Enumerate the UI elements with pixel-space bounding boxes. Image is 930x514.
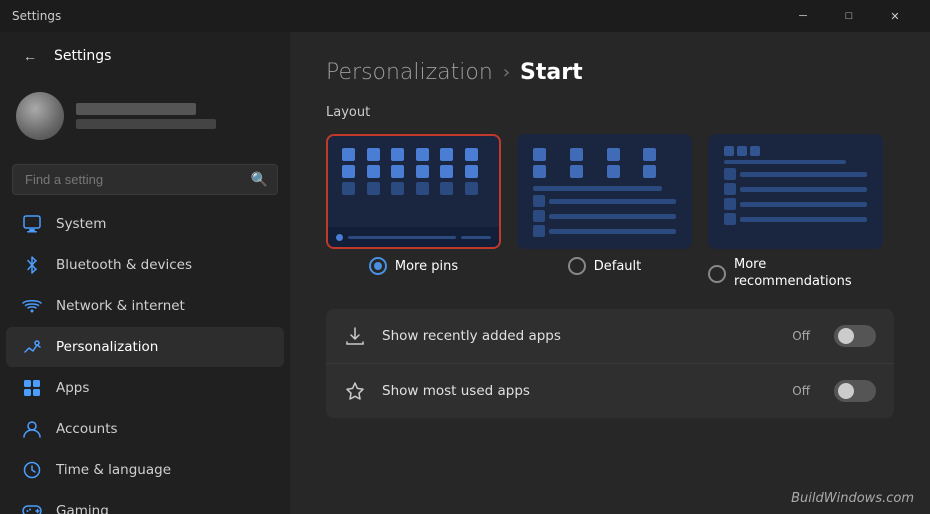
user-profile[interactable] [0, 80, 290, 152]
radio-label-default: Default [594, 259, 642, 274]
star-icon [344, 380, 366, 402]
sidebar-item-label: System [56, 216, 106, 232]
recently-added-label: Show recently added apps [382, 328, 776, 344]
toggle-section: Show recently added apps Off Show most u… [326, 309, 894, 418]
sidebar-item-label: Network & internet [56, 298, 185, 314]
time-icon [22, 460, 42, 480]
minimize-button[interactable]: ─ [780, 0, 826, 32]
user-name [76, 103, 196, 115]
sidebar-item-time[interactable]: Time & language [6, 450, 284, 490]
close-button[interactable]: ✕ [872, 0, 918, 32]
avatar-image [16, 92, 64, 140]
sidebar-title: Settings [54, 48, 111, 64]
back-button[interactable]: ← [16, 42, 44, 70]
app-title: Settings [12, 9, 780, 23]
sidebar-item-label: Bluetooth & devices [56, 257, 192, 273]
bluetooth-icon [22, 255, 42, 275]
layout-options: More pins [326, 134, 894, 291]
sidebar-item-label: Apps [56, 380, 89, 396]
sidebar-item-label: Time & language [56, 462, 171, 478]
breadcrumb-chevron: › [503, 62, 510, 83]
gaming-icon [22, 501, 42, 514]
search-icon: 🔍 [251, 172, 268, 188]
layout-section-label: Layout [326, 105, 894, 120]
user-email [76, 119, 216, 129]
download-icon [344, 325, 366, 347]
sidebar-item-system[interactable]: System [6, 204, 284, 244]
radio-circle-default [568, 257, 586, 275]
search-input[interactable] [12, 164, 278, 195]
main-pane: Personalization › Start Layout [290, 32, 930, 514]
sidebar-item-accounts[interactable]: Accounts [6, 409, 284, 449]
system-icon [22, 214, 42, 234]
most-used-label: Show most used apps [382, 383, 776, 399]
window-controls: ─ □ ✕ [780, 0, 918, 32]
sidebar-item-gaming[interactable]: Gaming [6, 491, 284, 514]
sidebar: ← Settings 🔍 [0, 32, 290, 514]
most-used-state: Off [792, 384, 810, 398]
breadcrumb-parent[interactable]: Personalization [326, 60, 493, 85]
breadcrumb-current: Start [520, 60, 583, 85]
sidebar-item-label: Accounts [56, 421, 118, 437]
accounts-icon [22, 419, 42, 439]
sidebar-item-bluetooth[interactable]: Bluetooth & devices [6, 245, 284, 285]
apps-icon [22, 378, 42, 398]
network-icon [22, 296, 42, 316]
radio-circle-more-pins [369, 257, 387, 275]
maximize-button[interactable]: □ [826, 0, 872, 32]
nav-list: System Bluetooth & devices [0, 203, 290, 514]
avatar [16, 92, 64, 140]
radio-more-pins[interactable]: More pins [369, 257, 458, 275]
titlebar: Settings ─ □ ✕ [0, 0, 930, 32]
radio-label-more-rec: More recommendations [734, 257, 883, 291]
sidebar-item-label: Gaming [56, 503, 109, 514]
radio-default[interactable]: Default [568, 257, 642, 275]
sidebar-header: ← Settings [0, 32, 290, 80]
recently-added-state: Off [792, 329, 810, 343]
recently-added-toggle[interactable] [834, 325, 876, 347]
user-info [76, 103, 216, 129]
radio-more-rec[interactable]: More recommendations [708, 257, 883, 291]
sidebar-item-apps[interactable]: Apps [6, 368, 284, 408]
breadcrumb: Personalization › Start [326, 60, 894, 85]
search-bar: 🔍 [12, 164, 278, 195]
layout-card-more-pins[interactable]: More pins [326, 134, 501, 291]
toggle-row-most-used: Show most used apps Off [326, 364, 894, 418]
radio-label-more-pins: More pins [395, 259, 458, 274]
sidebar-item-label: Personalization [56, 339, 158, 355]
most-used-toggle[interactable] [834, 380, 876, 402]
personalization-icon [22, 337, 42, 357]
sidebar-item-network[interactable]: Network & internet [6, 286, 284, 326]
layout-card-more-rec[interactable]: More recommendations [708, 134, 883, 291]
toggle-row-recently-added: Show recently added apps Off [326, 309, 894, 364]
layout-card-default[interactable]: Default [517, 134, 692, 291]
sidebar-item-personalization[interactable]: Personalization [6, 327, 284, 367]
radio-circle-more-rec [708, 265, 726, 283]
